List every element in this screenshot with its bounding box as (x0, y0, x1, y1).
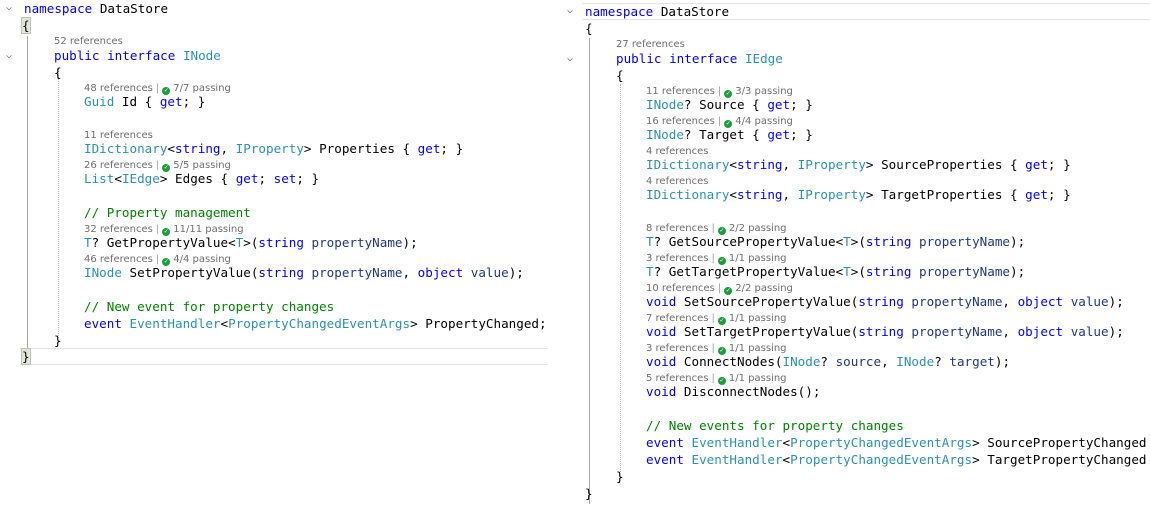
indent-guide (589, 38, 590, 504)
code-line-getpropertyvalue: T? GetPropertyValue<T>(string propertyNa… (84, 235, 418, 250)
namespace-line: namespace DataStore (24, 0, 168, 17)
indent-guide (27, 36, 28, 348)
code-line-targetproperties: IDictionary<string, IProperty> TargetPro… (646, 187, 1071, 202)
code-line-properties: IDictionary<string, IProperty> Propertie… (84, 141, 464, 156)
namespace-open-brace: { (21, 17, 31, 34)
comment-property-management: // Property management (84, 205, 251, 220)
namespace-line: namespace DataStore (585, 4, 730, 19)
indent-guide (620, 84, 621, 472)
code-line-gettargetpropertyvalue: T? GetTargetPropertyValue<T>(string prop… (646, 264, 1026, 279)
code-line-event-target: event EventHandler<PropertyChangedEventA… (646, 452, 1147, 467)
namespace-keyword: namespace (24, 1, 93, 16)
interface-close-brace: } (54, 333, 62, 348)
namespace-name: DataStore (99, 1, 169, 16)
code-line-id: Guid Id { get; } (84, 94, 206, 109)
interface-open-brace: { (616, 68, 624, 83)
namespace-open-brace: { (585, 21, 593, 36)
right-editor-pane: ⌵ namespace DataStore { 27 references ⌵ … (562, 0, 1150, 505)
code-line-event: event EventHandler<PropertyChangedEventA… (84, 316, 547, 331)
namespace-close-brace: } (21, 348, 31, 365)
chevron-down-icon[interactable]: ⌵ (567, 54, 577, 64)
interface-declaration: public interface IEdge (616, 51, 783, 66)
code-line-event-source: event EventHandler<PropertyChangedEventA… (646, 435, 1147, 450)
code-line-source: INode? Source { get; } (646, 97, 813, 112)
code-line-edges: List<IEdge> Edges { get; set; } (84, 171, 320, 186)
namespace-close-brace: } (585, 486, 593, 501)
interface-declaration: public interface INode (54, 48, 221, 63)
indent-guide (58, 68, 59, 338)
interface-name: IEdge (744, 51, 783, 66)
interface-close-brace: } (616, 469, 624, 484)
chevron-down-icon[interactable]: ⌵ (6, 51, 16, 61)
code-line-getsourcepropertyvalue: T? GetSourcePropertyValue<T>(string prop… (646, 234, 1026, 249)
interface-name: INode (182, 48, 221, 63)
code-line-setsourcepropertyvalue: void SetSourcePropertyValue(string prope… (646, 294, 1124, 309)
code-line-settargetpropertyvalue: void SetTargetPropertyValue(string prope… (646, 324, 1124, 339)
code-line-connectnodes: void ConnectNodes(INode? source, INode? … (646, 354, 1011, 369)
left-editor-pane: ⌵ namespace DataStore { 52 references ⌵ … (0, 0, 555, 505)
code-line-disconnectnodes: void DisconnectNodes(); (646, 384, 821, 399)
chevron-down-icon[interactable]: ⌵ (567, 6, 577, 16)
comment-new-events: // New events for property changes (646, 418, 904, 433)
code-line-sourceproperties: IDictionary<string, IProperty> SourcePro… (646, 157, 1071, 172)
current-line-highlight (20, 348, 548, 365)
interface-open-brace: { (54, 65, 62, 80)
chevron-down-icon[interactable]: ⌵ (6, 3, 16, 13)
code-line-target: INode? Target { get; } (646, 127, 813, 142)
comment-new-event: // New event for property changes (84, 299, 335, 314)
code-line-setpropertyvalue: INode SetPropertyValue(string propertyNa… (84, 265, 524, 280)
